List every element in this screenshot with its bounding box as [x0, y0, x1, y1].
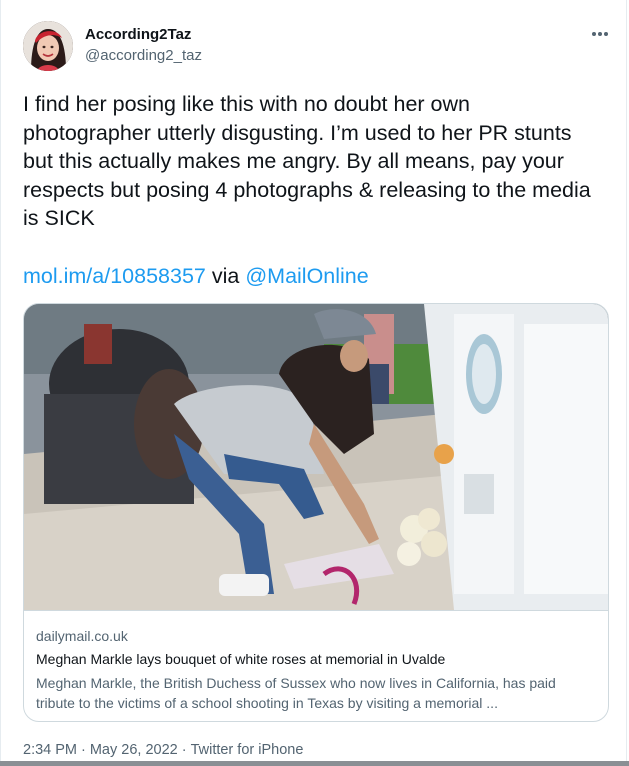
user-display-name[interactable]: According2Taz: [85, 26, 191, 43]
tweet-date[interactable]: May 26, 2022: [90, 742, 178, 758]
tweet-meta: 2:34 PM · May 26, 2022 · Twitter for iPhone: [23, 742, 303, 758]
more-dot: [604, 32, 608, 36]
user-handle[interactable]: @according2_taz: [85, 47, 202, 64]
tweet-text: I find her posing like this with no doub…: [23, 92, 591, 230]
card-domain: dailymail.co.uk: [36, 628, 128, 644]
tweet-link-line: mol.im/a/10858357 via @MailOnline: [23, 262, 369, 290]
avatar-image: [23, 21, 73, 71]
card-description: Meghan Markle, the British Duchess of Su…: [36, 675, 556, 711]
more-dot: [598, 32, 602, 36]
via-label: via: [211, 264, 240, 288]
tweet-container: According2Taz @according2_taz I find her…: [0, 0, 627, 766]
card-image[interactable]: [24, 304, 608, 610]
tweet-time[interactable]: 2:34 PM: [23, 742, 77, 758]
card-photo-illustration: [24, 304, 608, 610]
mention-link[interactable]: @MailOnline: [245, 264, 368, 288]
bottom-strip: [0, 761, 629, 766]
more-dot: [592, 32, 596, 36]
link-preview-card[interactable]: dailymail.co.uk Meghan Markle lays bouqu…: [23, 303, 609, 722]
meta-separator: ·: [81, 742, 86, 758]
avatar[interactable]: [23, 21, 73, 71]
more-options-icon[interactable]: [587, 24, 613, 44]
meta-separator: ·: [181, 742, 187, 758]
article-link[interactable]: mol.im/a/10858357: [23, 264, 206, 288]
card-title: Meghan Markle lays bouquet of white rose…: [36, 651, 446, 667]
tweet-source[interactable]: Twitter for iPhone: [191, 742, 304, 758]
card-info[interactable]: dailymail.co.uk Meghan Markle lays bouqu…: [24, 610, 608, 721]
